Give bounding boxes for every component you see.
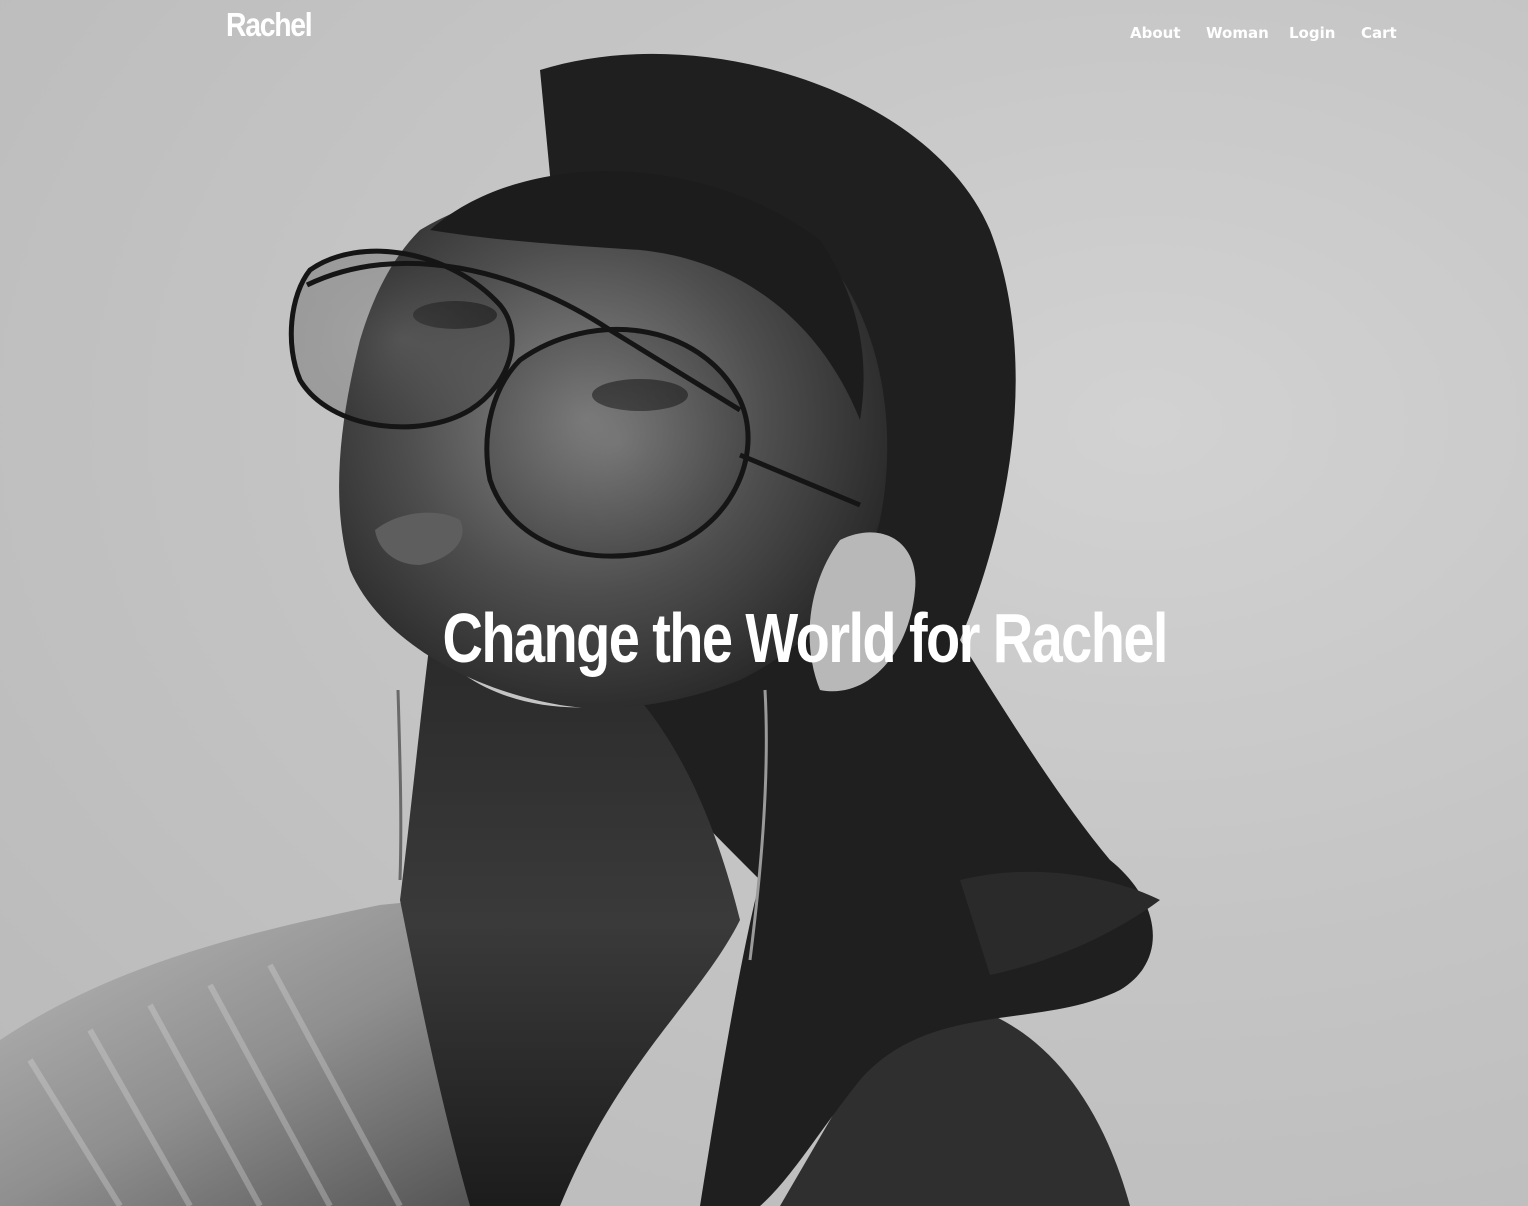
nav-woman-link[interactable]: Woman bbox=[1206, 24, 1269, 42]
hero-section: Rachel About Woman Login Cart Change the… bbox=[0, 0, 1528, 1206]
main-nav: About Woman Login Cart bbox=[0, 24, 1528, 48]
hero-title: Change the World for Rachel bbox=[0, 598, 1528, 678]
nav-about-link[interactable]: About bbox=[1130, 24, 1181, 42]
nav-cart-link[interactable]: Cart bbox=[1361, 24, 1397, 42]
nav-login-link[interactable]: Login bbox=[1289, 24, 1335, 42]
hero-title-text: Change the World for Rachel bbox=[442, 599, 1169, 677]
site-header: Rachel About Woman Login Cart bbox=[0, 0, 1528, 70]
